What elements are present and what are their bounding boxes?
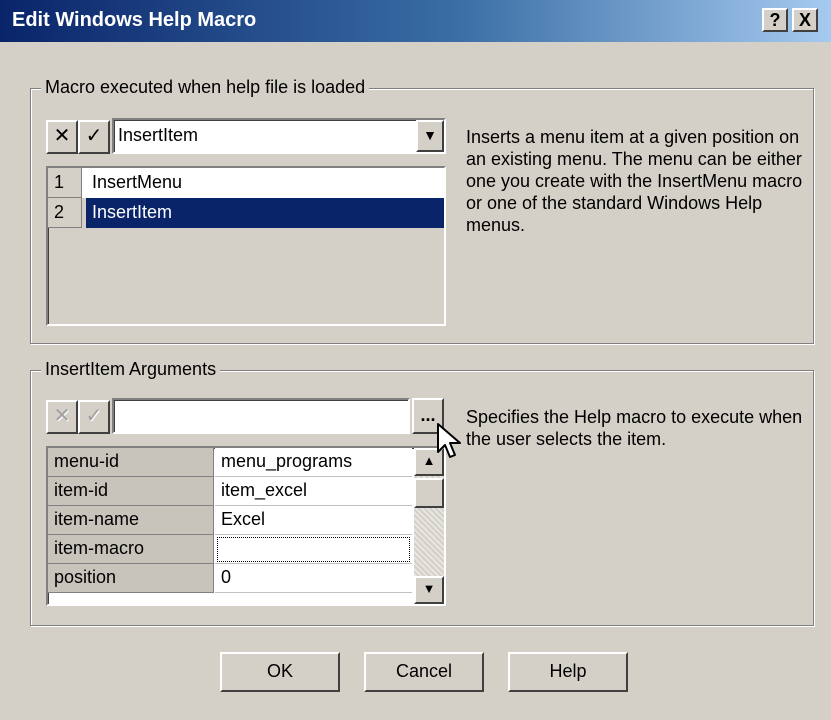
ok-button[interactable]: OK bbox=[220, 652, 340, 692]
list-item-name: InsertMenu bbox=[92, 172, 183, 192]
macro-accept-button[interactable]: ✓ bbox=[78, 120, 110, 154]
scroll-thumb[interactable] bbox=[414, 478, 444, 508]
list-item-name: InsertItem bbox=[86, 198, 444, 228]
ellipsis-icon: ... bbox=[420, 405, 436, 425]
arg-name: item-macro bbox=[48, 535, 214, 564]
arg-accept-button[interactable]: ✓ bbox=[78, 400, 110, 434]
macro-group-label: Macro executed when help file is loaded bbox=[41, 77, 370, 98]
cancel-icon: ✕ bbox=[53, 405, 71, 427]
arg-name: position bbox=[48, 564, 214, 593]
macro-list[interactable]: 1 InsertMenu 2 InsertItem bbox=[46, 166, 446, 326]
macro-combo[interactable]: InsertItem ▼ bbox=[112, 118, 446, 154]
table-row[interactable]: item-id item_excel bbox=[48, 477, 412, 506]
grid-scrollbar[interactable]: ▲ ▼ bbox=[414, 448, 444, 604]
arguments-grid[interactable]: menu-id menu_programs item-id item_excel… bbox=[46, 446, 446, 606]
arg-name: menu-id bbox=[48, 448, 214, 477]
list-item-number: 1 bbox=[48, 168, 82, 198]
arg-name: item-id bbox=[48, 477, 214, 506]
check-icon: ✓ bbox=[85, 125, 103, 147]
table-row[interactable]: menu-id menu_programs bbox=[48, 448, 412, 477]
list-item[interactable]: 1 InsertMenu bbox=[48, 168, 444, 198]
arg-name: item-name bbox=[48, 506, 214, 535]
arg-value[interactable]: Excel bbox=[215, 506, 412, 535]
arrow-up-icon: ▲ bbox=[422, 453, 436, 468]
table-row[interactable]: position 0 bbox=[48, 564, 412, 593]
list-item-selected[interactable]: 2 InsertItem bbox=[48, 198, 444, 228]
arg-cancel-button[interactable]: ✕ bbox=[46, 400, 78, 434]
table-row[interactable]: item-macro bbox=[48, 535, 412, 564]
macro-dropdown-button[interactable]: ▼ bbox=[416, 120, 444, 152]
close-button[interactable]: X bbox=[792, 8, 818, 32]
chevron-down-icon: ▼ bbox=[423, 127, 437, 143]
macro-cancel-button[interactable]: ✕ bbox=[46, 120, 78, 154]
cancel-button[interactable]: Cancel bbox=[364, 652, 484, 692]
mouse-cursor-icon bbox=[437, 423, 461, 458]
argument-edit-field[interactable] bbox=[112, 398, 410, 434]
argument-description: Specifies the Help macro to execute when… bbox=[466, 407, 803, 449]
arguments-group-label: InsertItem Arguments bbox=[41, 359, 221, 380]
title-bar: Edit Windows Help Macro ? X bbox=[0, 0, 831, 42]
arg-value[interactable]: menu_programs bbox=[215, 448, 412, 477]
context-help-button[interactable]: ? bbox=[762, 8, 788, 32]
macro-combo-value: InsertItem bbox=[118, 125, 199, 145]
arrow-down-icon: ▼ bbox=[422, 581, 436, 596]
cancel-icon: ✕ bbox=[53, 125, 71, 147]
window-title: Edit Windows Help Macro bbox=[12, 9, 257, 31]
macro-description: Inserts a menu item at a given position … bbox=[466, 127, 803, 235]
help-button[interactable]: Help bbox=[508, 652, 628, 692]
arg-value[interactable]: 0 bbox=[215, 564, 412, 593]
check-icon: ✓ bbox=[85, 405, 103, 427]
arg-value-focused[interactable] bbox=[215, 535, 412, 564]
arg-value[interactable]: item_excel bbox=[215, 477, 412, 506]
table-row[interactable]: item-name Excel bbox=[48, 506, 412, 535]
scroll-down-button[interactable]: ▼ bbox=[414, 576, 444, 604]
list-item-number: 2 bbox=[48, 198, 82, 228]
